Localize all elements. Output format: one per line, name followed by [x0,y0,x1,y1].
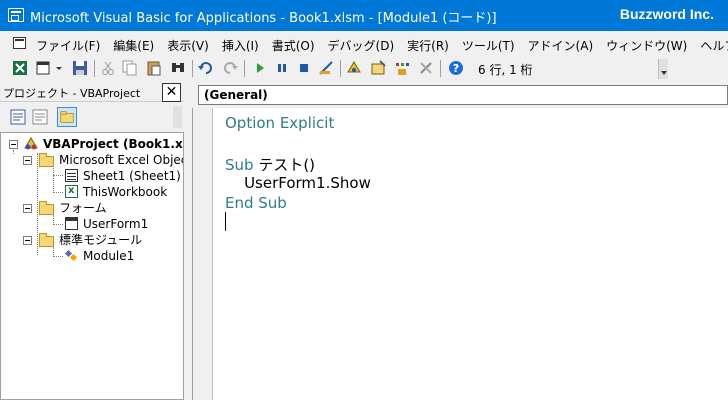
keyword: Option Explicit [225,114,335,132]
help-icon[interactable]: ? [448,60,464,76]
panel-splitter[interactable] [184,82,192,400]
tree-label-thisworkbook: ThisWorkbook [83,185,168,199]
tree-label-forms: フォーム [59,201,107,215]
tree-label-modules: 標準モジュール [59,233,143,247]
cut-icon[interactable] [100,60,116,76]
object-dropdown[interactable]: (General) [198,85,728,105]
object-dropdown-value: (General) [204,88,268,102]
menu-format[interactable]: 書式(O) [272,37,315,54]
menu-insert[interactable]: 挿入(I) [222,37,259,54]
tree-node-excel-objects[interactable]: Microsoft Excel Objects [1,152,183,168]
vbaproject-icon [24,137,38,150]
find-icon[interactable] [170,60,186,76]
cursor-position-status: 6 行, 1 桁 [478,63,533,77]
folder-icon [39,233,54,247]
project-explorer-toolbar [0,104,184,130]
window-menu-icon[interactable] [13,37,26,49]
toolbox-icon[interactable] [418,60,434,76]
toolbar-separator [244,60,245,77]
view-object-button[interactable] [30,107,50,127]
copy-icon[interactable] [122,60,138,76]
text-cursor [225,212,226,231]
toolbar-separator [440,60,441,77]
code-text: テスト() [253,156,316,174]
workbook-icon [65,183,78,199]
excel-view-icon[interactable] [12,60,28,76]
toggle-folders-button[interactable] [57,107,77,127]
menu-bar: ファイル(F) 編集(E) 表示(V) 挿入(I) 書式(O) デバッグ(D) … [0,31,728,57]
menu-run[interactable]: 実行(R) [407,37,449,54]
code-line-5: End Sub [225,194,287,212]
menu-edit[interactable]: 編集(E) [113,37,154,54]
menu-view[interactable]: 表示(V) [167,37,209,54]
close-icon[interactable]: ✕ [162,83,181,102]
tree-node-forms[interactable]: フォーム [1,200,183,216]
margin-indicator-bar[interactable] [193,108,213,400]
view-code-button[interactable] [8,107,28,127]
tree-node-modules[interactable]: 標準モジュール [1,232,183,248]
design-mode-icon[interactable] [318,60,334,76]
code-line-4: UserForm1.Show [225,174,371,192]
menu-file[interactable]: ファイル(F) [36,37,100,54]
collapse-icon[interactable] [23,236,32,245]
brand-label: Buzzword Inc. [619,6,714,22]
properties-icon[interactable] [370,60,386,76]
insert-icon[interactable] [36,60,52,76]
collapse-icon[interactable] [23,156,32,165]
code-line-1: Option Explicit [225,114,334,132]
userform-icon [65,217,78,230]
project-explorer-header: プロジェクト - VBAProject ✕ [0,82,184,102]
paste-icon[interactable] [146,60,162,76]
menu-items: ファイル(F) 編集(E) 表示(V) 挿入(I) 書式(O) デバッグ(D) … [36,37,728,54]
standard-toolbar: ? 6 行, 1 桁 [0,57,668,81]
toolbar-separator [340,60,341,77]
vba-app-icon[interactable] [8,8,24,22]
undo-icon[interactable] [198,60,214,76]
tree-label-excel-objects: Microsoft Excel Objects [59,153,183,167]
menu-debug[interactable]: デバッグ(D) [328,37,395,54]
tree-node-module1[interactable]: Module1 [1,248,183,264]
code-text: UserForm1.Show [225,174,371,192]
collapse-icon[interactable] [9,140,18,149]
object-browser-icon[interactable] [394,60,410,76]
code-line-3: Sub テスト() [225,154,315,175]
tree-label-vbaproject: VBAProject (Book1.xlsm) [43,137,183,151]
project-explorer-icon[interactable] [346,60,362,76]
folder-icon [39,201,54,215]
code-window-header: (General) [192,82,728,108]
svg-text:?: ? [453,62,459,75]
project-toolbar-grip [173,106,182,128]
keyword: End Sub [225,194,287,212]
menu-addins[interactable]: アドイン(A) [528,37,594,54]
project-explorer-title: プロジェクト - VBAProject [3,87,141,100]
collapse-icon[interactable] [23,204,32,213]
tree-node-vbaproject[interactable]: VBAProject (Book1.xlsm) [1,136,183,152]
menu-window[interactable]: ウィンドウ(W) [606,37,687,54]
toolbar-options-button[interactable] [658,59,668,79]
project-tree: VBAProject (Book1.xlsm) Microsoft Excel … [0,132,184,400]
tree-label-module1: Module1 [83,248,135,264]
tree-node-sheet1[interactable]: Sheet1 (Sheet1) [1,168,183,184]
toolbar-separator [94,60,95,77]
save-icon[interactable] [72,60,88,76]
worksheet-icon [65,169,78,182]
tree-node-userform1[interactable]: UserForm1 [1,216,183,232]
chevron-down-icon[interactable] [54,60,64,76]
toolbar-separator [192,60,193,77]
reset-icon[interactable] [296,60,312,76]
module-icon [63,249,79,262]
tree-label-userform1: UserForm1 [83,217,149,231]
tree-node-thisworkbook[interactable]: ThisWorkbook [1,183,183,200]
folder-icon [39,153,54,167]
run-icon[interactable] [252,60,268,76]
keyword: Sub [225,156,254,174]
tree-label-sheet1: Sheet1 (Sheet1) [83,169,181,183]
break-icon[interactable] [274,60,290,76]
redo-icon[interactable] [222,60,238,76]
title-bar: Microsoft Visual Basic for Applications … [0,0,728,31]
menu-tools[interactable]: ツール(T) [462,37,515,54]
window-title: Microsoft Visual Basic for Applications … [30,11,497,26]
code-editor[interactable]: Option Explicit Sub テスト() UserForm1.Show… [192,108,728,400]
menu-help[interactable]: ヘルプ(H) [700,37,728,54]
